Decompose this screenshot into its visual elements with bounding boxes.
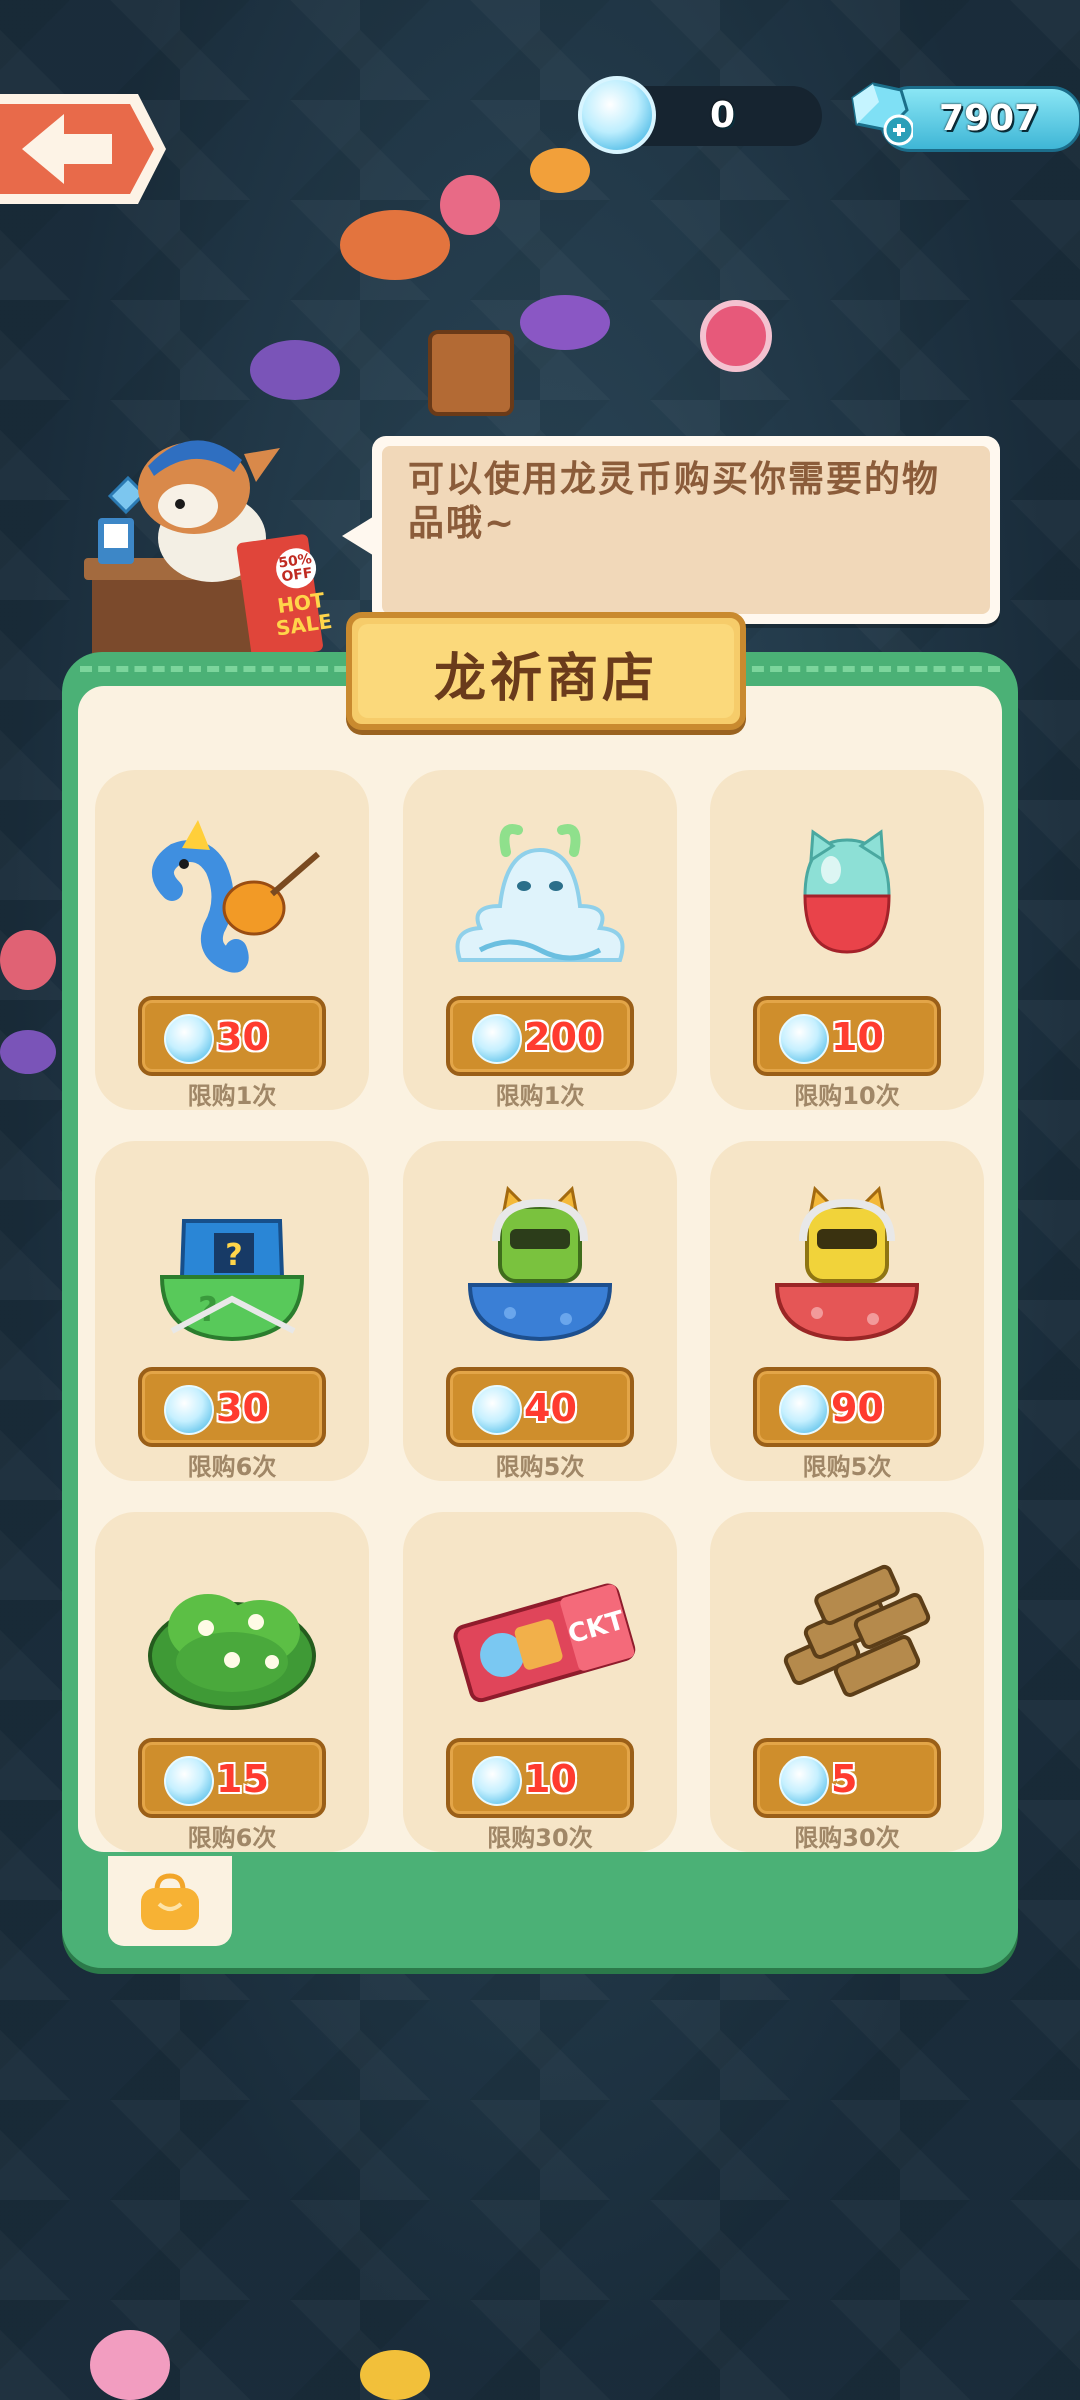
gem-amount: 7907 <box>939 98 1040 139</box>
dragon-coin-icon <box>779 1014 829 1064</box>
green-bush-icon <box>148 1594 316 1710</box>
item-price: 10 <box>524 1757 577 1801</box>
wood-logs-icon <box>783 1564 931 1697</box>
shopping-bag-icon <box>141 1873 199 1930</box>
item-price: 5 <box>831 1757 858 1801</box>
item-price: 15 <box>216 1757 269 1801</box>
dragon-coin-icon <box>164 1385 214 1435</box>
buy-button[interactable]: 15 <box>138 1738 326 1818</box>
coral-decoration <box>520 295 610 350</box>
purchase-limit: 限购30次 <box>487 1824 593 1852</box>
buy-button[interactable]: 10 <box>446 1738 634 1818</box>
bag-tab-button[interactable] <box>108 1856 232 1946</box>
shop-item-card[interactable]: 200 限购1次 <box>403 770 677 1110</box>
cat-bag-blue-icon <box>467 1185 613 1342</box>
ticket-pack-icon: CKT <box>453 1583 636 1703</box>
treasure-chest-icon <box>428 330 514 416</box>
shop-item-card[interactable]: 40 限购5次 <box>403 1141 677 1481</box>
shop-item-card[interactable]: 10 限购10次 <box>710 770 984 1110</box>
item-price: 10 <box>831 1015 884 1059</box>
cat-bag-red-icon <box>774 1185 920 1342</box>
dragon-coin-icon <box>472 1014 522 1064</box>
shop-item-card[interactable]: CKT 10 限购30次 <box>403 1512 677 1852</box>
discount-badge: 50% OFF <box>273 545 319 591</box>
water-dragon-spirit-icon <box>455 824 625 962</box>
dragon-coin-icon <box>779 1756 829 1806</box>
item-price: 40 <box>524 1386 577 1430</box>
item-price: 30 <box>216 1386 269 1430</box>
buy-button[interactable]: 90 <box>753 1367 941 1447</box>
dragon-coin-amount: 0 <box>710 95 736 136</box>
shop-title: 龙祈商店 <box>433 649 658 709</box>
item-price: 30 <box>216 1015 269 1059</box>
shop-item-card[interactable]: 15 限购6次 <box>95 1512 369 1852</box>
shop-item-card[interactable]: 90 限购5次 <box>710 1141 984 1481</box>
speech-text: 可以使用龙灵币购买你需要的物品哦~ <box>408 459 941 544</box>
buy-button[interactable]: 40 <box>446 1367 634 1447</box>
hot-sale-label: HOT SALE <box>274 587 334 641</box>
seahorse-guitar-icon <box>152 820 320 973</box>
dragon-coin-icon <box>779 1385 829 1435</box>
coral-decoration <box>250 340 340 400</box>
shop-item-card[interactable]: 30 限购1次 <box>95 770 369 1110</box>
coral-decoration <box>360 2350 430 2400</box>
purchase-limit: 限购5次 <box>495 1453 585 1481</box>
coral-decoration <box>440 175 500 235</box>
buy-button[interactable]: 30 <box>138 996 326 1076</box>
dragon-coin-icon <box>578 76 656 154</box>
gem-plus-icon[interactable] <box>843 80 913 146</box>
coral-decoration <box>530 148 590 193</box>
back-button[interactable] <box>0 88 170 210</box>
dragon-coin-icon <box>472 1756 522 1806</box>
coral-decoration <box>90 2330 170 2400</box>
mystery-bag-green-icon: ? ? <box>159 1219 305 1342</box>
coral-decoration <box>0 930 56 990</box>
svg-text:?: ? <box>225 1238 242 1273</box>
dragon-coin-icon <box>164 1014 214 1064</box>
coral-decoration <box>700 300 772 372</box>
dragon-coin-icon <box>164 1756 214 1806</box>
cat-capsule-icon <box>803 829 891 954</box>
purchase-limit: 限购10次 <box>794 1082 900 1110</box>
buy-button[interactable]: 10 <box>753 996 941 1076</box>
item-price: 90 <box>831 1386 884 1430</box>
purchase-limit: 限购6次 <box>187 1824 277 1852</box>
shop-item-card[interactable]: 5 限购30次 <box>710 1512 984 1852</box>
purchase-limit: 限购6次 <box>187 1453 277 1481</box>
buy-button[interactable]: 30 <box>138 1367 326 1447</box>
purchase-limit: 限购30次 <box>794 1824 900 1852</box>
dragon-coin-icon <box>472 1385 522 1435</box>
purchase-limit: 限购1次 <box>187 1082 277 1110</box>
shop-item-card[interactable]: ? ? 30 限购6次 <box>95 1141 369 1481</box>
speech-bubble: 可以使用龙灵币购买你需要的物品哦~ <box>372 436 1000 624</box>
sale-sign: 50% OFF HOT SALE <box>262 544 339 648</box>
purchase-limit: 限购5次 <box>802 1453 892 1481</box>
item-price: 200 <box>524 1015 604 1059</box>
purchase-limit: 限购1次 <box>495 1082 585 1110</box>
coral-decoration <box>340 210 450 280</box>
shop-title-plate: 龙祈商店 <box>346 612 746 730</box>
buy-button[interactable]: 5 <box>753 1738 941 1818</box>
buy-button[interactable]: 200 <box>446 996 634 1076</box>
coral-decoration <box>0 1030 56 1074</box>
